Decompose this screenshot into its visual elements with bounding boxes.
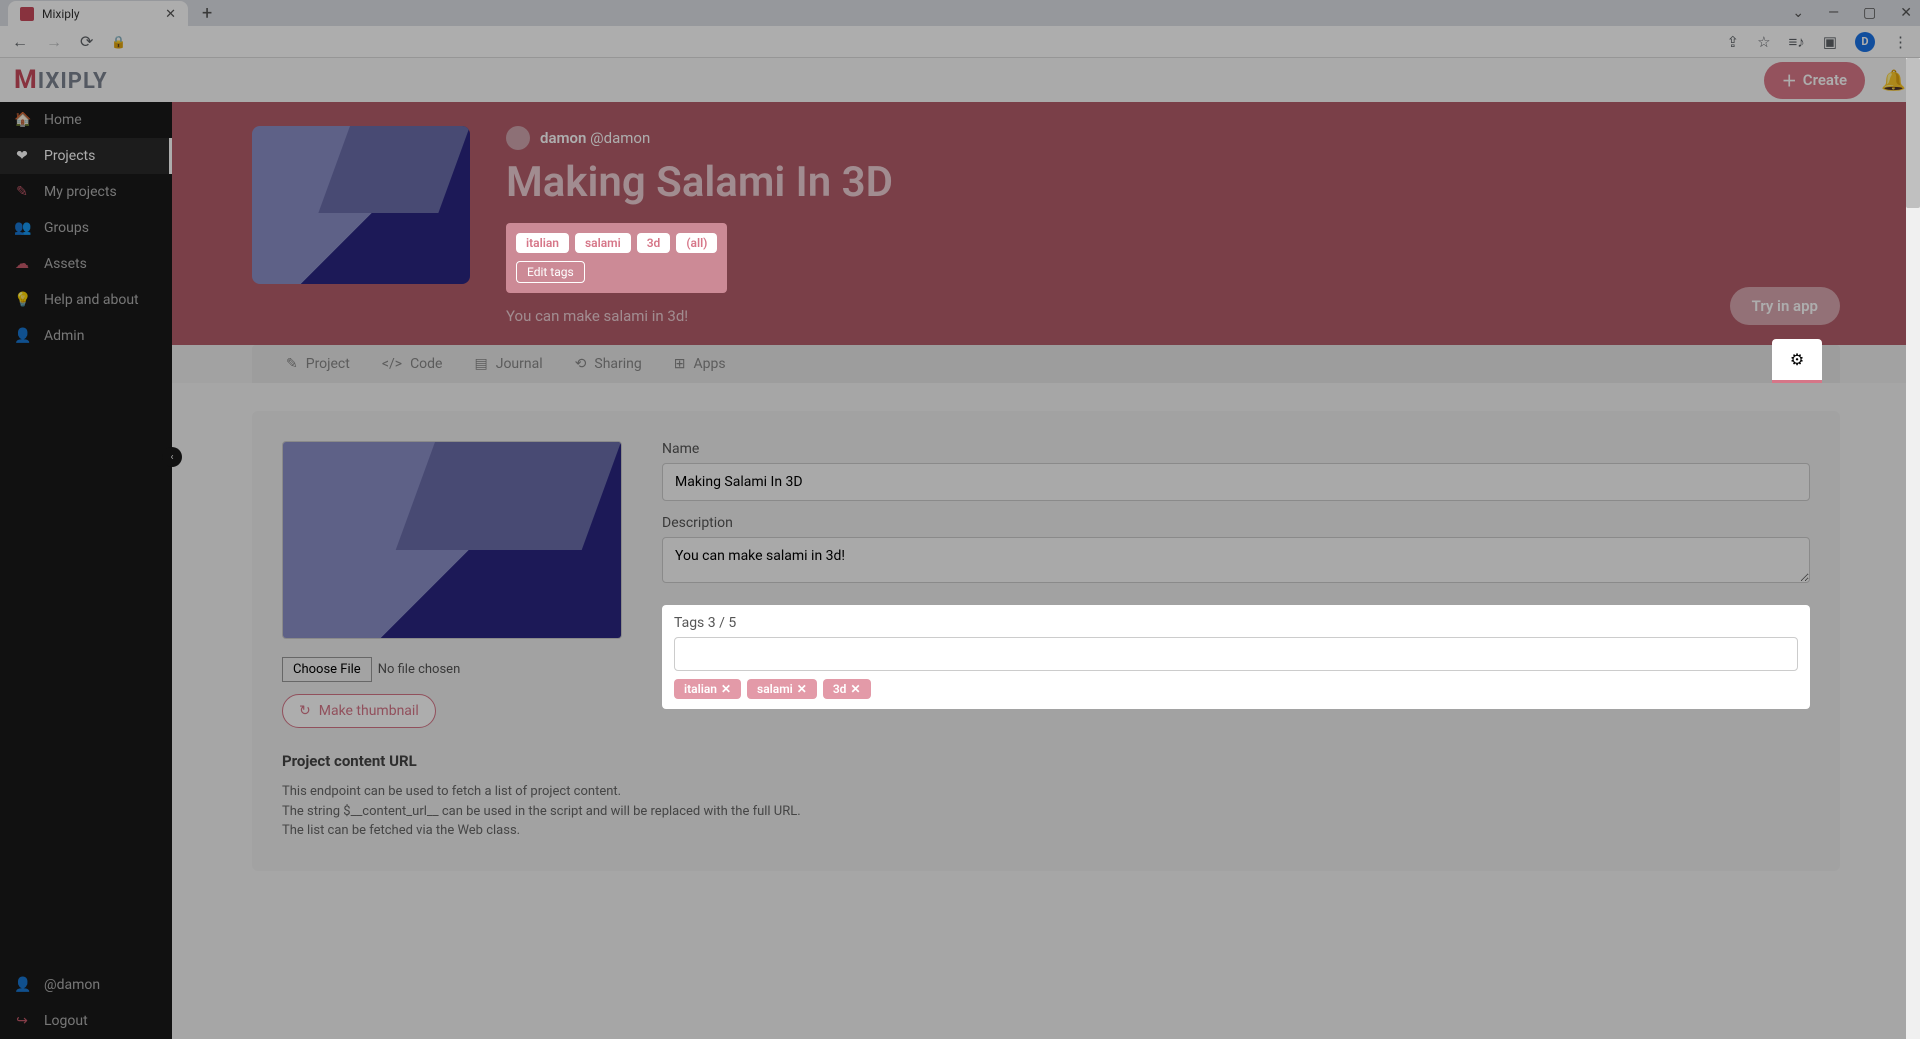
sidebar-item-admin[interactable]: 👤Admin: [0, 318, 172, 354]
window-close[interactable]: ✕: [1900, 5, 1912, 21]
lightbulb-icon: 💡: [14, 292, 30, 308]
window-maximize[interactable]: ▢: [1863, 5, 1876, 21]
sidebar-item-assets[interactable]: ☁Assets: [0, 246, 172, 282]
new-tab-button[interactable]: +: [202, 3, 212, 24]
share-icon[interactable]: ⇪: [1727, 33, 1740, 51]
sidebar-collapse-button[interactable]: ‹: [162, 447, 182, 467]
back-icon[interactable]: ←: [12, 32, 28, 52]
tag-chip[interactable]: 3d: [637, 233, 671, 253]
tab-apps[interactable]: ⊞Apps: [658, 345, 742, 383]
create-button[interactable]: ＋ Create: [1764, 62, 1865, 99]
forward-icon[interactable]: →: [46, 32, 62, 52]
pencil-icon: ✎: [14, 184, 30, 200]
project-author[interactable]: damon @damon: [506, 126, 1840, 150]
sidebar-item-projects[interactable]: ❤Projects: [0, 138, 172, 174]
heart-icon: ❤: [14, 148, 30, 164]
thumbnail-preview: [282, 441, 622, 639]
browser-tab[interactable]: Mixiply ✕: [8, 1, 188, 27]
choose-file-button[interactable]: Choose File: [282, 657, 372, 682]
user-icon: 👤: [14, 977, 30, 993]
app-header: MIXIPLY ＋ Create 🔔: [0, 58, 1920, 102]
tag-chip[interactable]: salami: [575, 233, 631, 253]
tab-code[interactable]: </>Code: [366, 345, 459, 383]
tab-title: Mixiply: [42, 7, 157, 21]
project-hero: damon @damon Making Salami In 3D italian…: [172, 102, 1920, 345]
notifications-icon[interactable]: 🔔: [1881, 68, 1906, 92]
remove-tag-icon[interactable]: ✕: [721, 682, 731, 696]
share-icon: ⟲: [575, 356, 587, 372]
edit-tags-button[interactable]: Edit tags: [516, 261, 585, 283]
playlist-icon[interactable]: ≡♪: [1789, 33, 1805, 51]
name-input[interactable]: [662, 463, 1810, 501]
try-in-app-button[interactable]: Try in app: [1730, 287, 1840, 325]
sidebar-item-help[interactable]: 💡Help and about: [0, 282, 172, 318]
project-description: You can make salami in 3d!: [506, 307, 1840, 325]
cloud-icon: ☁: [14, 256, 30, 272]
browser-tab-bar: Mixiply ✕ + ⌄ — ▢ ✕: [0, 0, 1920, 26]
browser-toolbar: ← → ⟳ 🔒 ⇪ ☆ ≡♪ ▣ D ⋮: [0, 26, 1920, 58]
tag-chip[interactable]: italian: [516, 233, 569, 253]
sidebar-item-logout[interactable]: ↪Logout: [0, 1003, 172, 1039]
sidebar-item-home[interactable]: 🏠Home: [0, 102, 172, 138]
tag-chip[interactable]: (all): [676, 233, 717, 253]
plus-icon: ＋: [1782, 70, 1797, 91]
sidebar-item-my-projects[interactable]: ✎My projects: [0, 174, 172, 210]
sidebar-item-groups[interactable]: 👥Groups: [0, 210, 172, 246]
tags-count-label: Tags 3 / 5: [674, 615, 1798, 631]
journal-icon: ▤: [474, 356, 487, 372]
tag-chip: italian ✕: [674, 679, 741, 699]
lock-icon: 🔒: [111, 35, 126, 49]
project-title: Making Salami In 3D: [506, 158, 1840, 207]
main-content: damon @damon Making Salami In 3D italian…: [172, 102, 1920, 1039]
app-logo[interactable]: MIXIPLY: [14, 65, 108, 95]
kebab-menu-icon[interactable]: ⋮: [1893, 33, 1908, 51]
remove-tag-icon[interactable]: ✕: [797, 682, 807, 696]
pencil-icon: ✎: [286, 356, 298, 372]
content-url-text: The string $__content_url__ can be used …: [282, 802, 1810, 822]
logout-icon: ↪: [14, 1013, 30, 1029]
people-icon: 👥: [14, 220, 30, 236]
content-url-heading: Project content URL: [282, 752, 1810, 770]
apps-icon: ⊞: [674, 356, 686, 372]
file-status: No file chosen: [378, 662, 461, 677]
tab-settings[interactable]: ⚙: [1772, 339, 1822, 383]
chevron-down-icon[interactable]: ⌄: [1792, 5, 1804, 21]
settings-panel: Choose File No file chosen ↻ Make thumbn…: [252, 411, 1840, 871]
project-thumbnail: [252, 126, 470, 284]
description-input[interactable]: You can make salami in 3d!: [662, 537, 1810, 583]
reload-icon[interactable]: ⟳: [80, 32, 93, 52]
tab-sharing[interactable]: ⟲Sharing: [559, 345, 658, 383]
window-minimize[interactable]: —: [1828, 5, 1839, 21]
make-thumbnail-button[interactable]: ↻ Make thumbnail: [282, 694, 436, 728]
description-label: Description: [662, 515, 1810, 531]
star-icon[interactable]: ☆: [1757, 33, 1770, 51]
remove-tag-icon[interactable]: ✕: [850, 682, 860, 696]
home-icon: 🏠: [14, 112, 30, 128]
refresh-icon: ↻: [299, 703, 311, 719]
tab-close-icon[interactable]: ✕: [165, 7, 176, 22]
content-url-text: The list can be fetched via the Web clas…: [282, 821, 1810, 841]
sidebar: 🏠Home ❤Projects ✎My projects 👥Groups ☁As…: [0, 102, 172, 1039]
content-url-text: This endpoint can be used to fetch a lis…: [282, 782, 1810, 802]
tab-project[interactable]: ✎Project: [270, 345, 366, 383]
name-label: Name: [662, 441, 1810, 457]
gear-icon: ⚙: [1790, 350, 1804, 369]
project-tabs: ✎Project </>Code ▤Journal ⟲Sharing ⊞Apps…: [172, 345, 1920, 383]
tags-input[interactable]: [674, 637, 1798, 671]
scrollbar[interactable]: [1906, 58, 1920, 1039]
tag-chip: 3d ✕: [823, 679, 871, 699]
favicon: [20, 7, 34, 21]
browser-profile-avatar[interactable]: D: [1855, 32, 1875, 52]
code-icon: </>: [382, 356, 402, 372]
sidebar-item-user[interactable]: 👤@damon: [0, 967, 172, 1003]
admin-icon: 👤: [14, 328, 30, 344]
panel-icon[interactable]: ▣: [1823, 33, 1837, 51]
avatar: [506, 126, 530, 150]
tab-journal[interactable]: ▤Journal: [458, 345, 558, 383]
tag-chip: salami ✕: [747, 679, 817, 699]
tags-panel: italian salami 3d (all) Edit tags: [506, 223, 727, 293]
tags-editor: Tags 3 / 5 italian ✕ salami ✕ 3d ✕: [662, 605, 1810, 709]
